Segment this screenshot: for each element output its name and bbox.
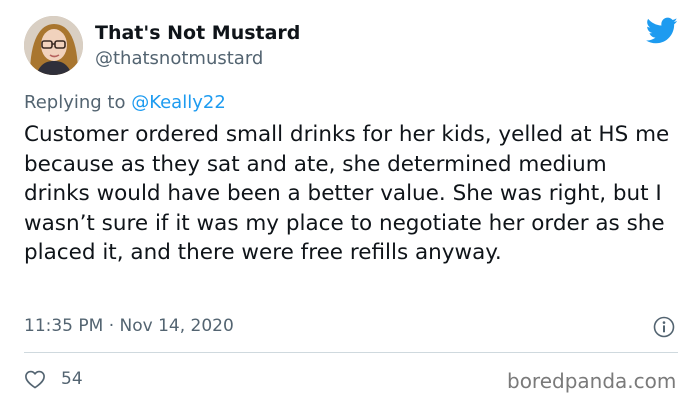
divider	[24, 352, 678, 353]
tweet-text: Customer ordered small drinks for her ki…	[24, 122, 670, 265]
author-display-name[interactable]: That's Not Mustard	[95, 22, 300, 44]
reply-mention-link[interactable]: @Keally22	[131, 92, 226, 113]
like-count: 54	[61, 369, 83, 389]
heart-icon[interactable]	[24, 369, 46, 389]
twitter-bird-icon[interactable]	[646, 17, 678, 45]
avatar-photo	[24, 16, 83, 75]
watermark: boredpanda.com	[507, 369, 677, 393]
author-handle[interactable]: @thatsnotmustard	[95, 48, 263, 69]
tweet-timestamp[interactable]: 11:35 PM · Nov 14, 2020	[24, 316, 234, 336]
replying-to: Replying to @Keally22	[24, 92, 226, 113]
info-icon[interactable]	[653, 316, 675, 338]
replying-to-prefix: Replying to	[24, 92, 132, 113]
avatar[interactable]	[24, 16, 83, 75]
